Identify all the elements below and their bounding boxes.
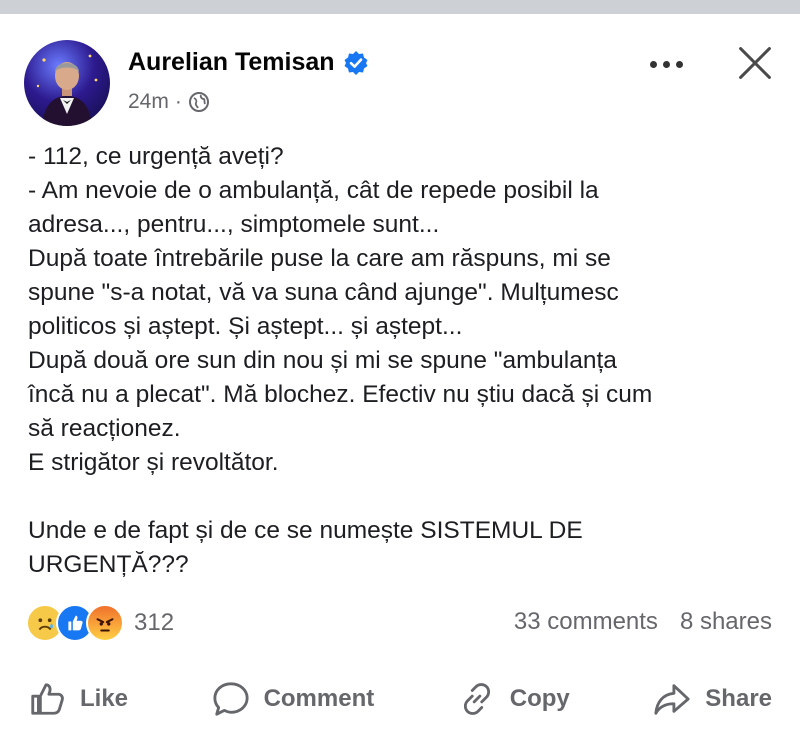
copy-button[interactable]: Copy xyxy=(458,672,570,726)
post-line: să reacționez. xyxy=(28,415,181,442)
dot-icon xyxy=(649,60,657,68)
comment-button[interactable]: Comment xyxy=(212,672,375,726)
comments-count-link[interactable]: 33 comments xyxy=(514,608,658,636)
post-text: - 112, ce urgență aveți? - Am nevoie de … xyxy=(28,140,788,582)
post-line: URGENȚĂ??? xyxy=(28,551,189,578)
post-line: E strigător și revoltător. xyxy=(28,449,279,476)
action-bar: Like Comment Copy Share xyxy=(0,672,800,726)
post-line: După toate întrebările puse la care am r… xyxy=(28,245,611,272)
post-meta: 24m · xyxy=(128,90,210,114)
share-label: Share xyxy=(705,685,772,712)
post-line: adresa..., pentru..., simptomele sunt... xyxy=(28,211,440,238)
dot-icon xyxy=(662,60,670,68)
thumbs-up-icon xyxy=(31,683,64,715)
post-line: - 112, ce urgență aveți? xyxy=(28,143,284,170)
avatar-photo xyxy=(36,54,98,126)
author-name[interactable]: Aurelian Temisan xyxy=(128,48,335,77)
globe-icon xyxy=(188,91,210,113)
verified-badge-icon xyxy=(343,50,369,76)
angry-icon xyxy=(86,604,124,642)
close-icon[interactable] xyxy=(728,36,782,90)
engagement-counts: 33 comments 8 shares xyxy=(514,608,772,636)
like-button[interactable]: Like xyxy=(28,672,128,726)
post-line-blank xyxy=(28,480,788,514)
comment-bubble-icon xyxy=(212,682,249,716)
author-row: Aurelian Temisan xyxy=(128,48,369,77)
reaction-count: 312 xyxy=(134,609,175,636)
post-line: încă nu a plecat". Mă blochez. Efectiv n… xyxy=(28,381,653,408)
shares-count-link[interactable]: 8 shares xyxy=(680,608,772,636)
share-button[interactable]: Share xyxy=(653,672,772,726)
reactions-summary[interactable]: 312 xyxy=(26,604,174,642)
post-line: spune "s-a notat, vă va suna când ajunge… xyxy=(28,279,619,306)
top-divider-strip xyxy=(0,0,800,14)
dot-icon xyxy=(675,60,683,68)
author-avatar[interactable] xyxy=(24,40,110,126)
post-time[interactable]: 24m xyxy=(128,90,169,114)
post-line: - Am nevoie de o ambulanță, cât de reped… xyxy=(28,177,599,204)
comment-label: Comment xyxy=(263,685,375,712)
more-options-icon[interactable] xyxy=(640,44,692,84)
link-icon xyxy=(463,683,490,715)
post-line: Unde e de fapt și de ce se numește SISTE… xyxy=(28,517,583,544)
copy-label: Copy xyxy=(509,685,570,712)
post-line: politicos și aștept. Și aștept... și așt… xyxy=(28,313,463,340)
post-line: După două ore sun din nou și mi se spune… xyxy=(28,347,617,374)
meta-separator: · xyxy=(174,90,182,113)
share-arrow-icon xyxy=(654,684,690,715)
like-label: Like xyxy=(80,685,129,712)
